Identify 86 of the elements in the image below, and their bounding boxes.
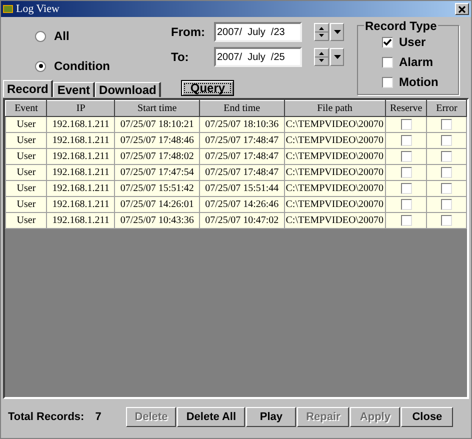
date-label: To:	[171, 49, 190, 66]
column-header[interactable]: IP	[46, 100, 115, 116]
checkbox[interactable]	[441, 215, 452, 226]
table-cell: C:\TEMPVIDEO\20070	[284, 212, 386, 228]
table-cell: 07/25/07 10:47:02	[200, 212, 284, 228]
checkbox-label: Motion	[399, 74, 438, 91]
tab[interactable]: Download	[95, 82, 162, 97]
checkbox[interactable]	[441, 167, 452, 178]
column-header[interactable]: Error	[426, 100, 466, 116]
spin-button[interactable]	[314, 48, 329, 66]
table-cell: C:\TEMPVIDEO\20070	[284, 196, 386, 212]
table-cell: User	[6, 196, 47, 212]
table-cell: 07/25/07 17:48:46	[114, 132, 200, 148]
table-cell: 07/25/07 17:48:47	[200, 148, 284, 164]
table-cell: 07/25/07 18:10:36	[200, 116, 284, 132]
radio-button[interactable]	[35, 60, 46, 72]
table-cell: 192.168.1.211	[46, 148, 115, 164]
action-button[interactable]: Close	[401, 407, 454, 427]
table-cell: 192.168.1.211	[46, 180, 115, 196]
column-header[interactable]: Event	[6, 100, 47, 116]
spin-button[interactable]	[314, 23, 329, 41]
table-cell: 07/25/07 15:51:44	[200, 180, 284, 196]
table-cell: User	[6, 116, 47, 132]
window-title: Log View	[16, 2, 60, 17]
checkbox[interactable]	[400, 199, 412, 210]
checkbox[interactable]	[400, 215, 412, 226]
checkbox-label: User	[399, 34, 426, 51]
table-cell: User	[6, 148, 47, 164]
checkbox[interactable]	[382, 76, 393, 88]
date-field[interactable]: 2007/ July /23	[214, 22, 302, 42]
checkbox[interactable]	[441, 183, 452, 194]
table-cell: 07/25/07 15:51:42	[114, 180, 200, 196]
date-label: From:	[171, 24, 206, 41]
date-field[interactable]: 2007/ July /25	[214, 47, 302, 67]
action-button[interactable]: Delete All	[177, 407, 246, 427]
table-cell: 07/25/07 18:10:21	[114, 116, 200, 132]
action-button[interactable]: Play	[246, 407, 296, 427]
checkbox[interactable]	[441, 119, 452, 130]
table-cell: 192.168.1.211	[46, 132, 115, 148]
table-cell: 192.168.1.211	[46, 212, 115, 228]
radio-label: All	[54, 28, 70, 45]
radio-label: Condition	[54, 58, 110, 75]
table-cell: User	[6, 132, 47, 148]
total-records-label: Total Records:	[8, 410, 84, 425]
table-cell: 07/25/07 10:43:36	[114, 212, 200, 228]
checkbox[interactable]	[400, 151, 412, 162]
checkbox[interactable]	[400, 135, 412, 146]
table-cell: 07/25/07 14:26:46	[200, 196, 284, 212]
checkbox[interactable]	[441, 135, 452, 146]
app-icon	[3, 5, 13, 13]
table-cell: User	[6, 180, 47, 196]
checkbox[interactable]	[400, 167, 412, 178]
checkbox[interactable]	[400, 119, 412, 130]
dropdown-icon[interactable]	[330, 48, 344, 66]
column-header[interactable]: End time	[200, 100, 284, 116]
table-cell: 07/25/07 17:48:47	[200, 164, 284, 180]
checkbox[interactable]	[441, 151, 452, 162]
column-header[interactable]: File path	[284, 100, 386, 116]
dropdown-icon[interactable]	[330, 23, 344, 41]
table-cell: 07/25/07 17:48:02	[114, 148, 200, 164]
table-cell: User	[6, 164, 47, 180]
table-cell: 192.168.1.211	[46, 164, 115, 180]
close-icon[interactable]	[455, 3, 469, 15]
table-cell: 07/25/07 14:26:01	[114, 196, 200, 212]
table-cell: User	[6, 212, 47, 228]
checkbox-label: Alarm	[399, 54, 434, 71]
table-cell: C:\TEMPVIDEO\20070	[284, 180, 386, 196]
table-cell: C:\TEMPVIDEO\20070	[284, 132, 386, 148]
query-button[interactable]: Query	[181, 80, 234, 96]
table-cell: C:\TEMPVIDEO\20070	[284, 116, 386, 132]
checkbox[interactable]	[382, 36, 393, 48]
total-records-count: 7	[95, 410, 102, 425]
column-header[interactable]: Start time	[114, 100, 200, 116]
radio-button[interactable]	[35, 30, 46, 42]
checkbox[interactable]	[441, 199, 452, 210]
table-cell: C:\TEMPVIDEO\20070	[284, 164, 386, 180]
table-cell: 192.168.1.211	[46, 116, 115, 132]
table-cell: 07/25/07 17:48:47	[200, 132, 284, 148]
checkbox[interactable]	[382, 56, 393, 68]
table-cell: C:\TEMPVIDEO\20070	[284, 148, 386, 164]
table-cell: 192.168.1.211	[46, 196, 115, 212]
table-cell: 07/25/07 17:47:54	[114, 164, 200, 180]
checkbox[interactable]	[400, 183, 412, 194]
tab[interactable]: Event	[53, 82, 96, 97]
column-header[interactable]: Reserve	[385, 100, 427, 116]
tab[interactable]: Record	[3, 80, 54, 97]
